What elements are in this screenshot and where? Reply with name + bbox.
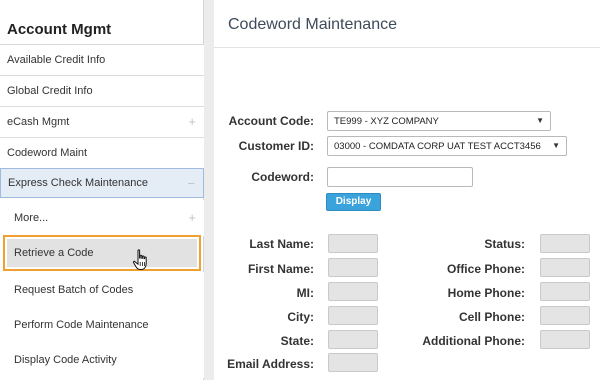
subitem-label: Display Code Activity [14,354,117,366]
subitem-label: Request Batch of Codes [14,284,134,296]
additional-phone-field [540,330,590,349]
sidebar-item-codeword-maint[interactable]: Codeword Maint [0,138,204,169]
subitem-retrieve-code[interactable]: Retrieve a Code [3,235,201,271]
home-phone-field [540,282,590,301]
state-field [328,330,378,349]
cell-phone-field [540,306,590,325]
last-name-field [328,234,378,253]
page-title: Codeword Maintenance [228,16,397,33]
subitem-perform-maintenance[interactable]: Perform Code Maintenance [0,307,204,343]
subitem-label: More... [14,212,49,224]
account-code-value: TE999 - XYZ COMPANY [334,116,439,127]
subitem-highlight: Retrieve a Code [7,239,197,267]
status-label: Status: [484,237,525,251]
email-address-label: Email Address: [227,357,314,371]
subitem-label: Retrieve a Code [14,247,94,259]
title-divider [214,47,600,48]
sidebar-title: Account Mgmt [0,0,204,45]
customer-id-value: 03000 - COMDATA CORP UAT TEST ACCT3456 [334,141,541,152]
home-phone-label: Home Phone: [447,286,525,300]
account-code-label: Account Code: [228,114,314,128]
sidebar-item-label: Global Credit Info [7,85,93,97]
additional-phone-label: Additional Phone: [422,334,525,348]
sidebar-item-global-credit[interactable]: Global Credit Info [0,76,204,107]
sidebar-item-express-check[interactable]: Express Check Maintenance − [0,168,204,198]
office-phone-field [540,258,590,277]
codeword-label: Codeword: [251,170,314,184]
subitem-request-batch[interactable]: Request Batch of Codes [0,272,204,308]
plus-icon[interactable]: + [188,211,196,224]
first-name-label: First Name: [247,262,314,276]
cell-phone-label: Cell Phone: [458,310,525,324]
subitem-display-activity[interactable]: Display Code Activity [0,342,204,378]
sidebar-item-label: Express Check Maintenance [8,177,149,189]
customer-id-select[interactable]: 03000 - COMDATA CORP UAT TEST ACCT3456 ▼ [327,136,567,156]
sidebar: Account Mgmt Available Credit Info Globa… [0,0,204,380]
status-field [540,234,590,253]
hand-cursor-icon [132,249,147,270]
city-label: City: [287,310,314,324]
sidebar-item-available-credit[interactable]: Available Credit Info [0,45,204,76]
sidebar-item-label: Available Credit Info [7,54,106,66]
dropdown-arrow-icon: ▼ [536,116,544,125]
state-label: State: [280,334,314,348]
sidebar-item-label: eCash Mgmt [7,116,70,128]
customer-id-label: Customer ID: [238,139,314,153]
sidebar-item-label: Codeword Maint [7,147,88,159]
main-panel: Codeword Maintenance Account Code: TE999… [214,0,600,380]
office-phone-label: Office Phone: [446,262,525,276]
plus-icon[interactable]: + [188,115,196,128]
minus-icon[interactable]: − [187,177,195,190]
subitem-label: Perform Code Maintenance [14,319,149,331]
city-field [328,306,378,325]
dropdown-arrow-icon: ▼ [552,141,560,150]
sidebar-item-ecash[interactable]: eCash Mgmt + [0,107,204,138]
display-button[interactable]: Display [326,193,381,211]
first-name-field [328,258,378,277]
subitem-more[interactable]: More... + [0,200,204,236]
mi-field [328,282,378,301]
mi-label: MI: [296,286,314,300]
account-code-select[interactable]: TE999 - XYZ COMPANY ▼ [327,111,551,131]
codeword-input[interactable] [327,167,473,187]
last-name-label: Last Name: [249,237,314,251]
email-address-field [328,353,378,372]
